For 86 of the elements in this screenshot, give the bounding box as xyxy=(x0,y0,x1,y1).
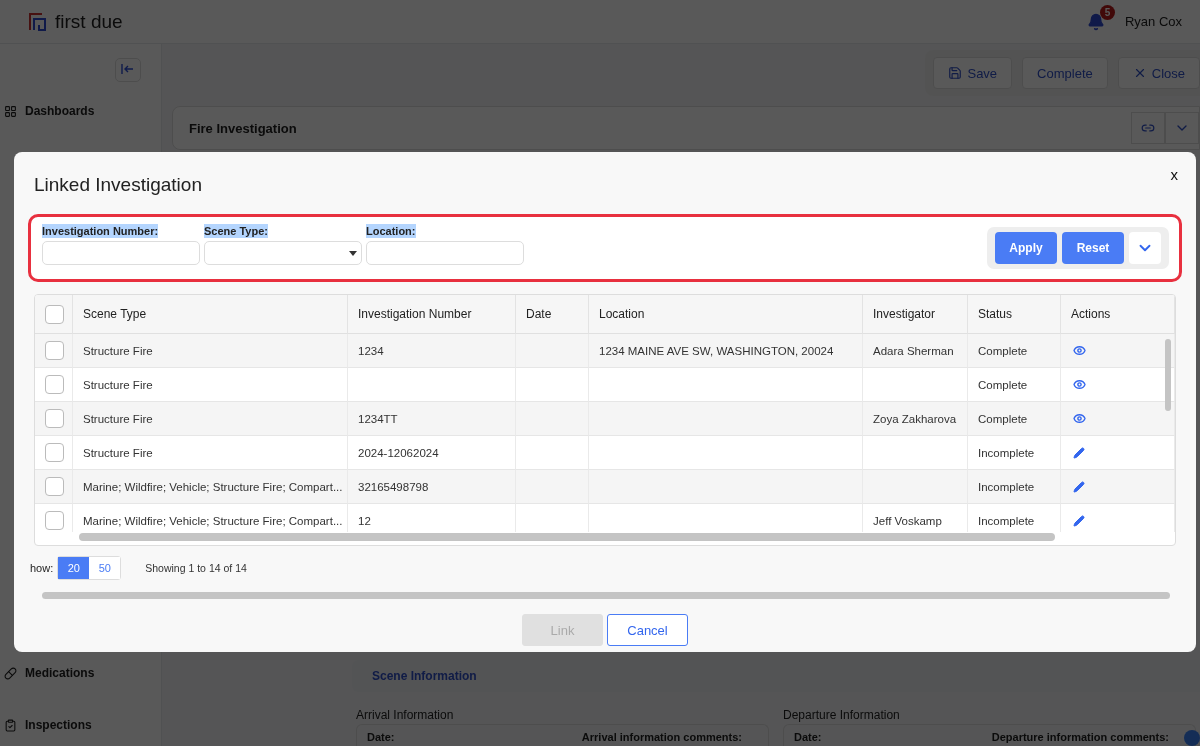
link-icon xyxy=(1141,121,1155,135)
field-label: Date: xyxy=(794,731,822,745)
sidebar-item[interactable]: Dashboards xyxy=(25,104,95,118)
link-button[interactable] xyxy=(1131,112,1165,144)
table-cell: Structure Fire xyxy=(73,334,348,368)
filter-button[interactable]: Apply xyxy=(995,232,1057,264)
pill-icon xyxy=(4,666,17,680)
row-checkbox[interactable] xyxy=(45,409,64,428)
expand-button[interactable] xyxy=(1165,112,1199,144)
toolbar-button[interactable]: Save xyxy=(933,57,1013,89)
view-icon[interactable] xyxy=(1073,378,1086,391)
table-cell: Structure Fire xyxy=(73,368,348,402)
page-size-label: how: xyxy=(30,562,54,574)
sidebar-item[interactable]: Inspections xyxy=(25,718,92,732)
cancel-button[interactable]: Cancel xyxy=(607,614,688,646)
table-cell: Complete xyxy=(968,402,1061,436)
row-checkbox[interactable] xyxy=(45,375,64,394)
logo-icon xyxy=(27,11,47,32)
column-header: Investigator xyxy=(863,295,968,334)
dialog-close-button[interactable]: x xyxy=(1166,164,1182,185)
column-header: Actions xyxy=(1061,295,1175,334)
row-checkbox[interactable] xyxy=(45,511,64,530)
collapse-icon xyxy=(121,62,135,75)
table-cell: 1234TT xyxy=(348,402,516,436)
table-cell: 2024-12062024 xyxy=(348,436,516,470)
page-size-option[interactable]: 20 xyxy=(58,557,90,579)
column-header: Location xyxy=(589,295,863,334)
dashboard-icon xyxy=(4,104,17,118)
more-filters-button[interactable] xyxy=(1129,232,1161,264)
row-checkbox[interactable] xyxy=(45,477,64,496)
table-cell: 1234 MAINE AVE SW, WASHINGTON, 20024 xyxy=(589,334,863,368)
table-cell: Structure Fire xyxy=(73,436,348,470)
field-label: Departure information comments: xyxy=(991,731,1169,745)
field-label: Date: xyxy=(367,731,395,745)
clipboard-icon xyxy=(4,718,17,732)
table-cell: Zoya Zakharova xyxy=(863,402,968,436)
scene-information-title: Scene Information xyxy=(372,669,477,683)
notification-count: 5 xyxy=(1099,4,1115,20)
table-cell: Complete xyxy=(968,334,1061,368)
user-name[interactable]: Ryan Cox xyxy=(1124,14,1182,29)
table-cell: 1234 xyxy=(348,334,516,368)
table-cell: Structure Fire xyxy=(73,402,348,436)
sidebar-item[interactable]: Medications xyxy=(25,666,95,680)
input-field[interactable] xyxy=(42,241,200,265)
horizontal-scrollbar[interactable] xyxy=(79,533,1055,541)
view-icon[interactable] xyxy=(1073,344,1086,357)
page-size-option[interactable]: 50 xyxy=(89,557,121,579)
pagination-summary: Showing 1 to 14 of 14 xyxy=(145,562,247,574)
group-title: Departure Information xyxy=(783,708,901,722)
toolbar-button[interactable]: Close xyxy=(1117,57,1200,89)
collapse-sidebar-button[interactable] xyxy=(115,58,141,82)
row-checkbox[interactable] xyxy=(45,341,64,360)
column-header: Status xyxy=(968,295,1061,334)
filter-button[interactable]: Reset xyxy=(1062,232,1124,264)
pencil-icon[interactable] xyxy=(1073,446,1085,459)
table-cell: Complete xyxy=(968,368,1061,402)
table-cell: Incomplete xyxy=(968,470,1061,504)
section-title: Fire Investigation xyxy=(189,120,297,136)
column-header: Investigation Number xyxy=(348,295,516,334)
vertical-scrollbar[interactable] xyxy=(1165,339,1171,411)
field-label: Arrival information comments: xyxy=(581,731,742,745)
table-cell: Marine; Wildfire; Vehicle; Structure Fire; Compart... xyxy=(73,470,348,504)
pencil-icon[interactable] xyxy=(1073,480,1085,493)
filter-label: Location: xyxy=(366,224,416,238)
filter-label: Investigation Number: xyxy=(42,224,159,238)
app-logo: first due xyxy=(55,10,123,33)
table-cell: 32165498798 xyxy=(348,470,516,504)
input-field[interactable] xyxy=(366,241,524,265)
column-header: Date xyxy=(516,295,589,334)
save-icon xyxy=(948,66,963,80)
pencil-icon[interactable] xyxy=(1073,514,1085,527)
horizontal-scrollbar[interactable] xyxy=(42,592,1170,599)
table-cell: Incomplete xyxy=(968,436,1061,470)
filter-label: Scene Type: xyxy=(204,224,268,238)
group-title: Arrival Information xyxy=(356,708,455,722)
view-icon[interactable] xyxy=(1073,412,1086,425)
dialog-title: Linked Investigation xyxy=(34,174,202,197)
column-header: Scene Type xyxy=(73,295,348,334)
row-checkbox[interactable] xyxy=(45,443,64,462)
select-field[interactable] xyxy=(204,241,362,265)
notification-bell-icon[interactable] xyxy=(1086,12,1105,31)
toolbar-button[interactable]: Complete xyxy=(1022,57,1108,89)
table-cell: Adara Sherman xyxy=(863,334,968,368)
select-all-checkbox[interactable] xyxy=(45,304,64,324)
caret-icon xyxy=(349,250,357,256)
help-avatar[interactable] xyxy=(1184,730,1200,746)
